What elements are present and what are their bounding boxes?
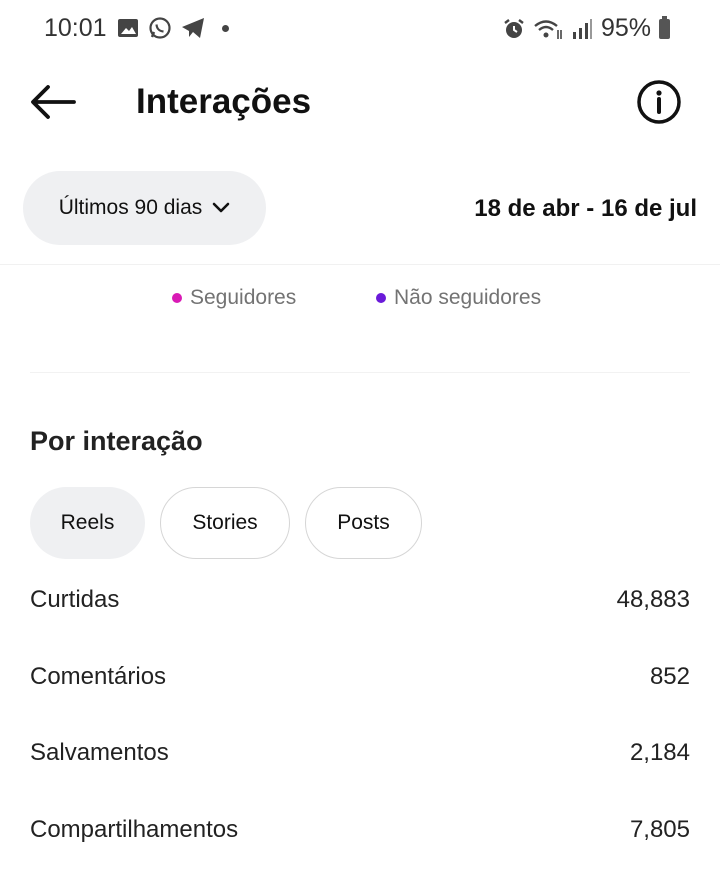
section-title: Por interação: [30, 426, 203, 456]
divider: [30, 372, 690, 373]
metric-label-saves: Salvamentos: [30, 739, 169, 766]
alarm-icon: [504, 18, 524, 38]
status-notification-icons: [117, 16, 229, 40]
metric-label-comments: Comentários: [30, 663, 167, 690]
metric-label-shares: Compartilhamentos: [30, 816, 239, 843]
tab-posts[interactable]: Posts: [305, 487, 422, 559]
status-time: 10:01: [44, 14, 107, 42]
metric-value-likes: 48,883: [616, 586, 690, 613]
status-system-icons: 95%: [503, 14, 670, 43]
wifi-icon: [534, 19, 562, 39]
legend-label-non-followers: Não seguidores: [394, 286, 542, 309]
metric-label-likes: Curtidas: [30, 586, 120, 613]
page-title: Interações: [136, 82, 312, 121]
battery-percentage: 95%: [600, 14, 651, 42]
metric-value-saves: 2,184: [629, 739, 690, 766]
date-range-dropdown[interactable]: Últimos 90 dias: [23, 171, 266, 245]
signal-icon: [572, 18, 592, 39]
date-range-dropdown-label: Últimos 90 dias: [58, 196, 203, 219]
chevron-down-icon: [212, 202, 230, 213]
info-icon[interactable]: [636, 79, 682, 125]
tab-stories[interactable]: Stories: [160, 487, 290, 559]
metric-value-comments: 852: [649, 663, 690, 690]
legend-item-followers: Seguidores: [172, 286, 296, 310]
back-arrow-icon[interactable]: [30, 84, 76, 120]
metric-value-shares: 7,805: [629, 816, 690, 843]
tab-label: Posts: [337, 511, 390, 534]
battery-icon: [659, 15, 670, 39]
divider: [0, 264, 720, 265]
tab-label: Stories: [192, 511, 258, 534]
legend-label-followers: Seguidores: [190, 286, 297, 309]
legend-dot-non-followers: [376, 293, 386, 303]
tab-reels[interactable]: Reels: [30, 487, 145, 559]
legend-dot-followers: [172, 293, 182, 303]
image-icon: [118, 19, 138, 37]
dot-icon: [222, 24, 229, 32]
legend-item-non-followers: Não seguidores: [376, 286, 541, 310]
date-range-text: 18 de abr - 16 de jul: [474, 195, 697, 222]
tab-label: Reels: [60, 511, 115, 534]
telegram-icon: [182, 18, 204, 38]
whatsapp-icon: [149, 17, 171, 39]
